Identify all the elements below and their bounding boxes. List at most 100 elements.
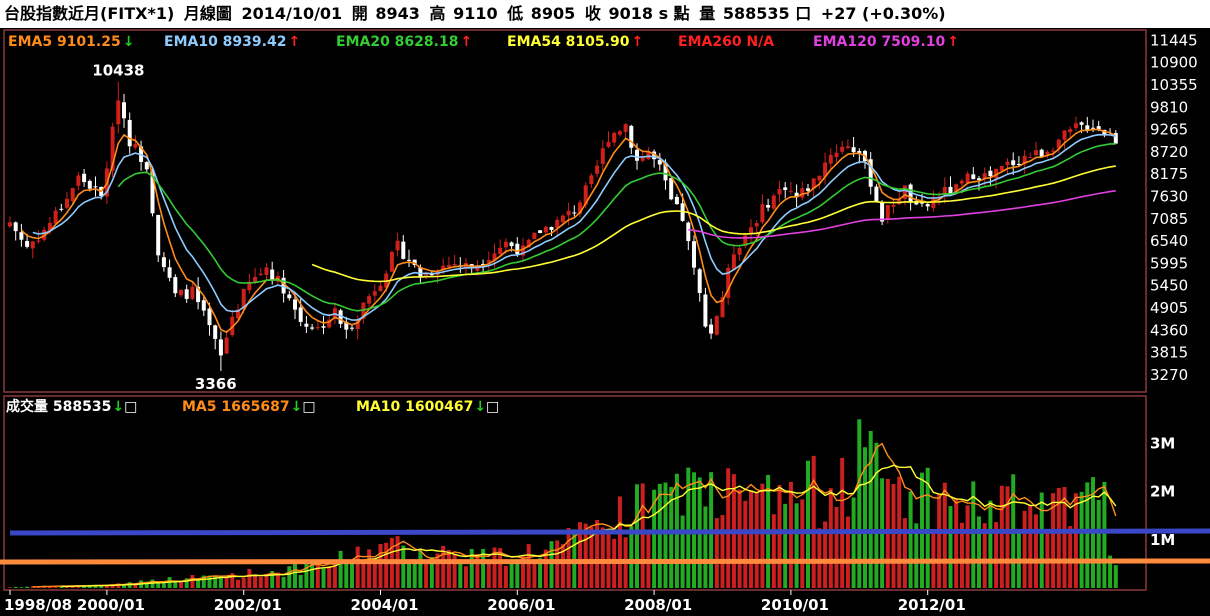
candle-body bbox=[401, 241, 406, 259]
volume-legend-item: 成交量 588535↓□ bbox=[6, 398, 137, 415]
price-tick-label: 9810 bbox=[1150, 98, 1188, 116]
volume-bar bbox=[1079, 491, 1084, 588]
price-tick-label: 5995 bbox=[1150, 254, 1188, 272]
volume-bar bbox=[418, 550, 423, 588]
x-tick-label: 2008/01 bbox=[624, 596, 692, 614]
volume-bar bbox=[258, 576, 263, 588]
volume-bar bbox=[549, 541, 554, 588]
candle-body bbox=[834, 152, 839, 158]
volume-bar bbox=[737, 489, 742, 588]
candle-body bbox=[509, 242, 514, 247]
candle-body bbox=[817, 175, 822, 181]
candle-body bbox=[737, 248, 742, 255]
legend-ema20: EMA20 8628.18 ↑ bbox=[336, 34, 472, 50]
volume-bar bbox=[566, 528, 571, 588]
candle-body bbox=[965, 173, 970, 183]
volume-bar bbox=[720, 515, 725, 588]
low-value: 8905 bbox=[530, 4, 576, 23]
x-tick-label: 2002/01 bbox=[214, 596, 282, 614]
candle-body bbox=[709, 324, 714, 334]
volume-bar bbox=[954, 498, 959, 588]
volume-bar bbox=[977, 516, 981, 588]
volume-bar bbox=[783, 503, 788, 588]
volume-bar bbox=[236, 579, 240, 588]
candle-body bbox=[988, 170, 993, 177]
volume-bar bbox=[794, 503, 799, 588]
volume-label: 量 bbox=[699, 4, 716, 23]
candle-body bbox=[640, 157, 645, 161]
axes: 11445 10900 10355 9810 9265 8720 8175 7630 7085 6… bbox=[4, 31, 1198, 614]
volume-bar bbox=[640, 483, 645, 588]
volume-bar bbox=[372, 562, 377, 588]
volume-bar bbox=[817, 528, 822, 588]
volume-bar bbox=[446, 549, 451, 588]
price-tick-label: 4360 bbox=[1150, 321, 1188, 339]
candle-body bbox=[372, 291, 377, 296]
candle-body bbox=[982, 173, 987, 179]
price-tick-label: 5450 bbox=[1150, 277, 1188, 295]
candle-body bbox=[543, 226, 548, 233]
candle-body bbox=[692, 241, 696, 268]
candle-body bbox=[783, 187, 788, 190]
volume-bar bbox=[327, 566, 332, 588]
candle-body bbox=[144, 161, 149, 170]
candle-body bbox=[902, 185, 907, 200]
high-value: 9110 bbox=[453, 4, 498, 23]
candle-body bbox=[367, 296, 372, 304]
price-tick-label: 8720 bbox=[1150, 143, 1188, 161]
candle-body bbox=[446, 264, 451, 267]
volume-bar bbox=[937, 494, 942, 588]
price-tick-label: 10355 bbox=[1150, 76, 1198, 94]
candle-body bbox=[629, 125, 634, 148]
volume-bar bbox=[777, 484, 782, 588]
volume-bar bbox=[458, 562, 463, 588]
candle-body bbox=[503, 241, 508, 248]
volume-bar bbox=[424, 563, 429, 588]
candle-body bbox=[224, 337, 229, 354]
volume-bar bbox=[452, 553, 457, 588]
volume-bar bbox=[635, 484, 639, 588]
volume-bar bbox=[298, 574, 303, 588]
volume-bar bbox=[464, 566, 468, 588]
candle-body bbox=[532, 232, 537, 240]
candle-body bbox=[806, 188, 810, 191]
candle-body bbox=[179, 289, 183, 296]
volume-bar bbox=[173, 582, 178, 588]
volume-bar bbox=[532, 560, 537, 588]
candle-body bbox=[891, 204, 896, 207]
volume-bar bbox=[851, 497, 856, 588]
candle-body bbox=[8, 222, 12, 227]
volume-bar bbox=[657, 483, 662, 588]
candle-body bbox=[190, 286, 195, 299]
volume-bar bbox=[1102, 481, 1107, 588]
candle-body bbox=[310, 327, 315, 329]
candle-body bbox=[635, 149, 639, 161]
candle-body bbox=[766, 205, 771, 208]
volume-bar bbox=[760, 483, 765, 588]
candle-body bbox=[167, 267, 172, 278]
volume-bar bbox=[743, 500, 748, 588]
blue-horizontal-line[interactable] bbox=[9, 528, 1210, 536]
volume-bar bbox=[680, 515, 685, 588]
candle-body bbox=[971, 174, 976, 180]
volume-bar bbox=[771, 514, 776, 588]
legend-ema120: EMA120 7509.10 ↑ bbox=[813, 34, 959, 50]
orange-horizontal-line[interactable] bbox=[0, 558, 1210, 565]
volume-bar bbox=[361, 562, 366, 588]
candle-body bbox=[669, 178, 674, 200]
legend-ema5: EMA5 9101.25 ↓ bbox=[8, 34, 134, 50]
candle-body bbox=[315, 327, 320, 329]
volume-bar bbox=[600, 527, 605, 588]
legend-ema10: EMA10 8939.42 ↑ bbox=[164, 34, 300, 50]
candle-body bbox=[161, 257, 166, 268]
candle-body bbox=[560, 215, 565, 223]
volume-bar bbox=[754, 492, 759, 588]
candle-body bbox=[452, 264, 457, 266]
open-value: 8943 bbox=[375, 4, 420, 23]
candle-body bbox=[53, 210, 58, 224]
candle-body bbox=[1039, 149, 1044, 157]
candle-body bbox=[931, 198, 936, 209]
stock-chart[interactable]: 11445 10900 10355 9810 9265 8720 8175 7630 7085 6… bbox=[0, 28, 1210, 616]
candle-body bbox=[133, 144, 138, 148]
volume-legend: 成交量 588535↓□ MA5 1665687↓□ MA10 1600467↓□ bbox=[6, 398, 499, 415]
